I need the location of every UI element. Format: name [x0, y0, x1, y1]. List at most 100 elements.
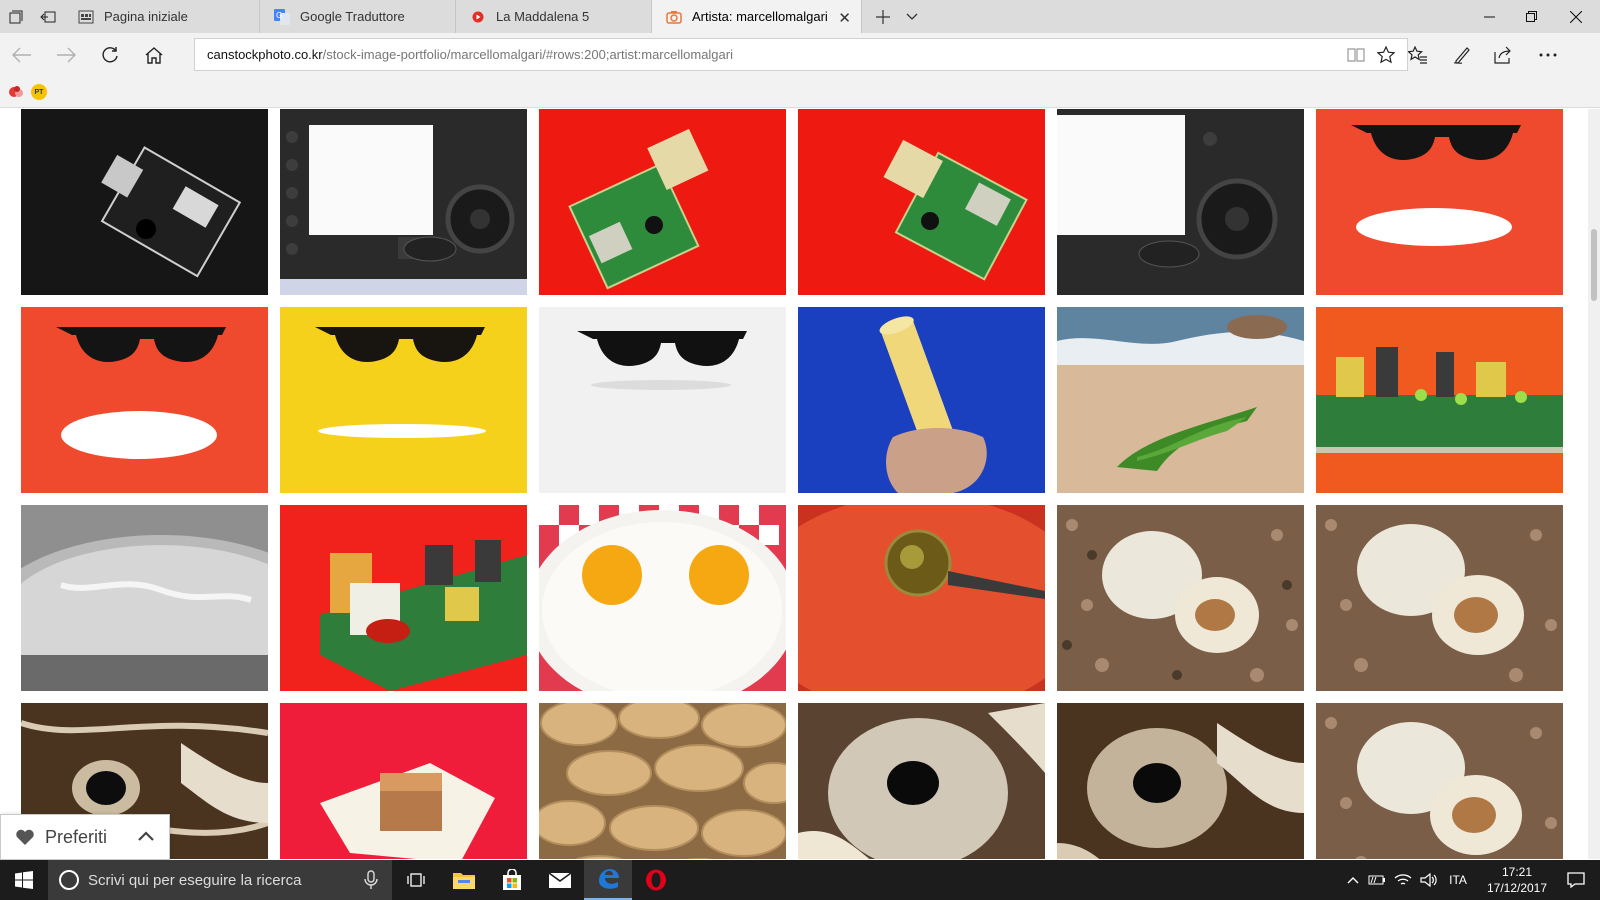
gallery-thumbnail[interactable] [280, 505, 527, 691]
restore-button[interactable] [1508, 0, 1554, 33]
gallery-thumbnail[interactable] [798, 307, 1045, 493]
gallery-thumbnail[interactable] [1316, 307, 1563, 493]
mail-envelope-icon [548, 872, 572, 888]
web-note-pen-icon[interactable] [1440, 33, 1484, 76]
url-path: /stock-image-portfolio/marcellomalgari/#… [322, 47, 733, 62]
gallery-thumbnail[interactable] [21, 505, 268, 691]
start-page-icon [78, 9, 94, 25]
task-view-button[interactable] [392, 860, 440, 900]
gallery-thumbnail[interactable] [798, 505, 1045, 691]
gallery-thumbnail[interactable] [1057, 109, 1304, 295]
clock-time: 17:21 [1501, 865, 1533, 879]
opera-logo-icon [646, 869, 666, 891]
store-bag-icon [503, 869, 521, 890]
gallery-thumbnail[interactable] [539, 703, 786, 859]
new-tab-button[interactable] [868, 0, 898, 33]
store-button[interactable] [488, 860, 536, 900]
tab-preview-chevron-icon[interactable] [898, 0, 926, 33]
refresh-button[interactable] [88, 33, 132, 76]
chevron-up-icon[interactable] [137, 828, 155, 846]
gallery-thumbnail[interactable] [1316, 505, 1563, 691]
gallery-thumbnail[interactable] [280, 307, 527, 493]
youtube-icon [470, 9, 486, 25]
set-tabs-aside-icon[interactable] [32, 0, 64, 33]
volume-icon[interactable] [1416, 860, 1442, 900]
clock-date: 17/12/2017 [1486, 881, 1548, 895]
tab-manager-icon[interactable] [0, 0, 32, 33]
pt-bookmark-icon[interactable]: PT [31, 84, 47, 100]
gallery-thumbnail[interactable] [539, 505, 786, 691]
system-clock[interactable]: 17:21 17/12/2017 [1476, 864, 1558, 896]
gallery-thumbnail[interactable] [1057, 307, 1304, 493]
tab-label: Artista: marcellomalgari [692, 9, 828, 24]
mail-button[interactable] [536, 860, 584, 900]
favorites-hub-icon[interactable] [1396, 33, 1440, 76]
gallery-thumbnail[interactable] [1316, 109, 1563, 295]
taskbar-search-box[interactable]: Scrivi qui per eseguire la ricerca [48, 860, 392, 900]
svg-text:G: G [276, 11, 282, 20]
tab-label: La Maddalena 5 [496, 9, 590, 24]
notification-icon [1567, 872, 1585, 888]
wifi-icon[interactable] [1390, 860, 1416, 900]
folder-icon [453, 873, 475, 889]
windows-taskbar: Scrivi qui per eseguire la ricerca ITA 1… [0, 860, 1600, 900]
address-bar[interactable]: canstockphoto.co.kr/stock-image-portfoli… [194, 38, 1408, 71]
show-hidden-icons-chevron-icon[interactable] [1342, 860, 1364, 900]
heart-icon [16, 829, 34, 845]
favorite-star-icon[interactable] [1375, 44, 1397, 66]
battery-icon[interactable] [1364, 860, 1390, 900]
minimize-button[interactable] [1466, 0, 1512, 33]
canstock-icon [666, 9, 682, 25]
page-scrollbar[interactable] [1588, 109, 1600, 859]
forward-button[interactable] [44, 33, 88, 76]
more-options-icon[interactable] [1526, 33, 1570, 76]
search-placeholder: Scrivi qui per eseguire la ricerca [88, 871, 302, 889]
home-button[interactable] [132, 33, 176, 76]
tab-artista-marcellomalgari[interactable]: Artista: marcellomalgari ✕ [652, 0, 862, 33]
url-host: canstockphoto.co.kr [207, 47, 323, 62]
red-bookmark-icon[interactable] [8, 84, 24, 100]
task-view-icon [407, 873, 425, 887]
gallery-thumbnail[interactable] [539, 109, 786, 295]
gallery-thumbnail[interactable] [280, 109, 527, 295]
opera-browser-button[interactable] [632, 860, 680, 900]
gallery-thumbnail[interactable] [1316, 703, 1563, 859]
preferiti-label: Preferiti [45, 826, 108, 847]
cortana-icon[interactable] [59, 870, 79, 890]
stock-gallery [0, 109, 1588, 859]
tab-la-maddalena[interactable]: La Maddalena 5 [456, 0, 652, 33]
file-explorer-button[interactable] [440, 860, 488, 900]
back-button[interactable] [0, 33, 44, 76]
tab-google-translate[interactable]: G Google Traduttore [260, 0, 456, 33]
tab-start-page[interactable]: Pagina iniziale [64, 0, 260, 33]
action-center-button[interactable] [1552, 860, 1600, 900]
gallery-thumbnail[interactable] [21, 109, 268, 295]
input-language-indicator[interactable]: ITA [1440, 860, 1476, 900]
close-tab-icon[interactable]: ✕ [838, 9, 851, 27]
microphone-icon[interactable] [364, 870, 378, 890]
tab-label: Pagina iniziale [104, 9, 188, 24]
navigation-bar: canstockphoto.co.kr/stock-image-portfoli… [0, 33, 1600, 76]
gallery-thumbnail[interactable] [1057, 703, 1304, 859]
tab-strip: Pagina iniziale G Google Traduttore La M… [0, 0, 1600, 33]
edge-browser-button[interactable] [584, 860, 632, 900]
windows-logo-icon [15, 871, 33, 889]
google-translate-icon: G [274, 8, 290, 25]
gallery-thumbnail[interactable] [280, 703, 527, 859]
tab-label: Google Traduttore [300, 9, 405, 24]
reading-view-icon[interactable] [1345, 44, 1367, 66]
gallery-thumbnail[interactable] [798, 109, 1045, 295]
gallery-thumbnail[interactable] [21, 307, 268, 493]
start-button[interactable] [0, 860, 48, 900]
pt-bookmark-label: PT [34, 88, 44, 96]
gallery-thumbnail[interactable] [539, 307, 786, 493]
favorites-bar: PT [0, 76, 1600, 108]
share-icon[interactable] [1482, 33, 1526, 76]
close-window-button[interactable] [1552, 0, 1600, 33]
edge-logo-icon [599, 869, 619, 889]
gallery-thumbnail[interactable] [798, 703, 1045, 859]
gallery-thumbnail[interactable] [1057, 505, 1304, 691]
preferiti-panel-button[interactable]: Preferiti [0, 814, 170, 860]
language-label: ITA [1449, 873, 1467, 887]
scrollbar-thumb[interactable] [1591, 229, 1597, 301]
